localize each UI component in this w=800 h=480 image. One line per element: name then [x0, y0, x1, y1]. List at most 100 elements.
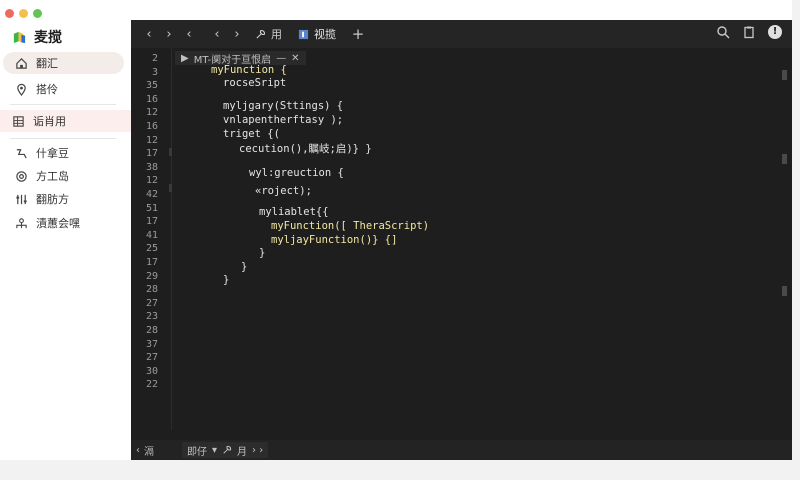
line-number: 17 [145, 257, 158, 268]
forward-button[interactable]: › [159, 27, 179, 42]
code-line[interactable]: myliablet{{ [259, 206, 329, 218]
code-line[interactable]: } [259, 247, 265, 259]
status-label-secondary: 月 [237, 446, 248, 458]
file-icon [298, 29, 309, 39]
sidebar-item-label: 诟肖用 [33, 115, 66, 128]
code-line[interactable]: } [223, 274, 229, 286]
status-label: 即仔 [187, 446, 207, 458]
target-icon [15, 170, 28, 183]
chevron-down-icon[interactable]: ▾ [212, 445, 217, 456]
code-line[interactable]: wyl:greuction { [249, 167, 344, 179]
line-number: 28 [145, 325, 158, 336]
info-icon[interactable]: ! [768, 25, 782, 39]
sidebar-item-label: 什拿豆 [36, 147, 69, 160]
grid-icon [12, 115, 25, 128]
sidebar-item-label: 方工岛 [36, 170, 69, 183]
tab-label: 用 [271, 28, 282, 41]
code-editor: ‹ › ‹ ‹ › 用 视揽 + ! 2 3 35 16 12 16 12 17 38 12 42 5… [131, 20, 792, 460]
sidebar-item-sliders[interactable]: 翻肪方 [3, 188, 124, 210]
zoom-window-button[interactable] [33, 9, 42, 18]
minimize-window-button[interactable] [19, 9, 28, 18]
status-forward-buttons[interactable]: › › [252, 445, 263, 456]
line-number: 25 [145, 243, 158, 255]
gutter-divider [171, 48, 172, 430]
line-number: 22 [145, 379, 158, 391]
line-number: 17 [145, 216, 158, 228]
line-number: 35 [145, 80, 158, 92]
home-icon [15, 57, 28, 70]
prev-button[interactable]: ‹ [179, 27, 199, 42]
line-number: 41 [145, 229, 158, 241]
app-window: 麦搅 翻汇 搭伶 诟肖用 什拿豆 方工岛 翻肪方 漬蕙会嘿 ‹ › ‹ ‹ › … [0, 0, 792, 460]
line-number: 29 [145, 270, 158, 282]
code-line[interactable]: } [241, 261, 247, 273]
route-icon [15, 147, 28, 160]
breadcrumb-arrow-icon[interactable]: ▶ [181, 53, 189, 64]
line-number: 16 [145, 93, 158, 105]
search-icon[interactable] [716, 25, 730, 39]
code-line[interactable]: rocseSript [223, 77, 286, 89]
user-tree-icon [15, 217, 28, 230]
sidebar-item-home[interactable]: 翻汇 [3, 52, 124, 74]
line-number: 30 [145, 365, 158, 377]
sidebar-item-location[interactable]: 搭伶 [3, 78, 124, 100]
clipboard-icon[interactable] [742, 25, 756, 39]
sidebar-item-grid[interactable]: 诟肖用 [0, 110, 131, 132]
history-forward-button[interactable]: › [227, 27, 247, 42]
history-back-button[interactable]: ‹ [207, 27, 227, 42]
line-number: 37 [145, 338, 158, 350]
code-line[interactable]: myFunction([ TheraScript) [271, 220, 429, 232]
scrollbar-thumb[interactable] [782, 70, 787, 80]
sidebar-divider [10, 138, 116, 139]
toolbar-actions: ! [716, 25, 782, 39]
nav-buttons: ‹ › ‹ ‹ › [139, 27, 247, 42]
scrollbar-marker [782, 286, 787, 296]
fold-marker[interactable] [169, 184, 172, 192]
line-number: 3 [151, 66, 158, 78]
line-number: 27 [145, 352, 158, 364]
brand-name: 麦搅 [34, 30, 62, 46]
tab-tools[interactable]: 用 [247, 20, 290, 48]
code-line[interactable]: cecution(),瞩岐;启)} } [239, 141, 372, 156]
code-line[interactable]: myFunction { [211, 64, 287, 76]
bottom-status-bar: ‹ 滆 即仔 ▾ 月 › › [131, 440, 792, 460]
tab-label: 视揽 [314, 28, 336, 41]
sidebar: 麦搅 翻汇 搭伶 诟肖用 什拿豆 方工岛 翻肪方 漬蕙会嘿 [0, 20, 131, 460]
breadcrumb-close-button[interactable]: ✕ [291, 53, 299, 64]
code-line[interactable]: triget {( [223, 128, 280, 140]
line-number: 27 [145, 297, 158, 309]
brand-logo-icon [13, 31, 26, 43]
line-number: 38 [145, 161, 158, 173]
close-window-button[interactable] [5, 9, 14, 18]
line-number: 42 [145, 189, 158, 200]
panel-label: 滆 [144, 446, 154, 458]
back-button[interactable]: ‹ [139, 27, 159, 42]
line-number: 23 [145, 311, 158, 323]
sidebar-item-label: 翻汇 [36, 57, 58, 70]
code-line[interactable]: «roject); [255, 185, 312, 197]
code-line[interactable]: myljgary(Sttings) { [223, 100, 343, 112]
fold-marker[interactable] [169, 148, 172, 156]
sidebar-item-users[interactable]: 漬蕙会嘿 [3, 212, 124, 234]
panel-back-button[interactable]: ‹ [136, 445, 140, 456]
bottom-mid-group[interactable]: 即仔 ▾ 月 › › [182, 442, 269, 458]
breadcrumb-minimize-button[interactable]: — [276, 53, 286, 64]
location-pin-icon [15, 83, 28, 96]
sliders-icon [15, 193, 28, 206]
code-line[interactable]: vnlapentherftasy ); [223, 114, 343, 126]
sidebar-item-route[interactable]: 什拿豆 [3, 142, 124, 164]
sidebar-item-target[interactable]: 方工岛 [3, 165, 124, 187]
line-number: 16 [145, 121, 158, 132]
sidebar-item-label: 漬蕙会嘿 [36, 217, 80, 230]
sidebar-item-label: 翻肪方 [36, 193, 69, 206]
wrench-icon[interactable] [222, 445, 232, 455]
line-number-gutter: 2 3 35 16 12 16 12 17 38 12 42 51 17 41 25 17 29 28 27 23 28… [131, 48, 171, 428]
line-number: 51 [145, 202, 158, 214]
editor-toolbar: ‹ › ‹ ‹ › 用 视揽 + ! [131, 20, 792, 48]
line-number: 12 [145, 175, 158, 187]
code-line[interactable]: myljayFunction()} {] [271, 234, 397, 246]
tab-view[interactable]: 视揽 [290, 20, 344, 48]
brand[interactable]: 麦搅 [12, 27, 62, 47]
add-tab-button[interactable]: + [348, 25, 368, 43]
sidebar-item-label: 搭伶 [36, 83, 58, 96]
